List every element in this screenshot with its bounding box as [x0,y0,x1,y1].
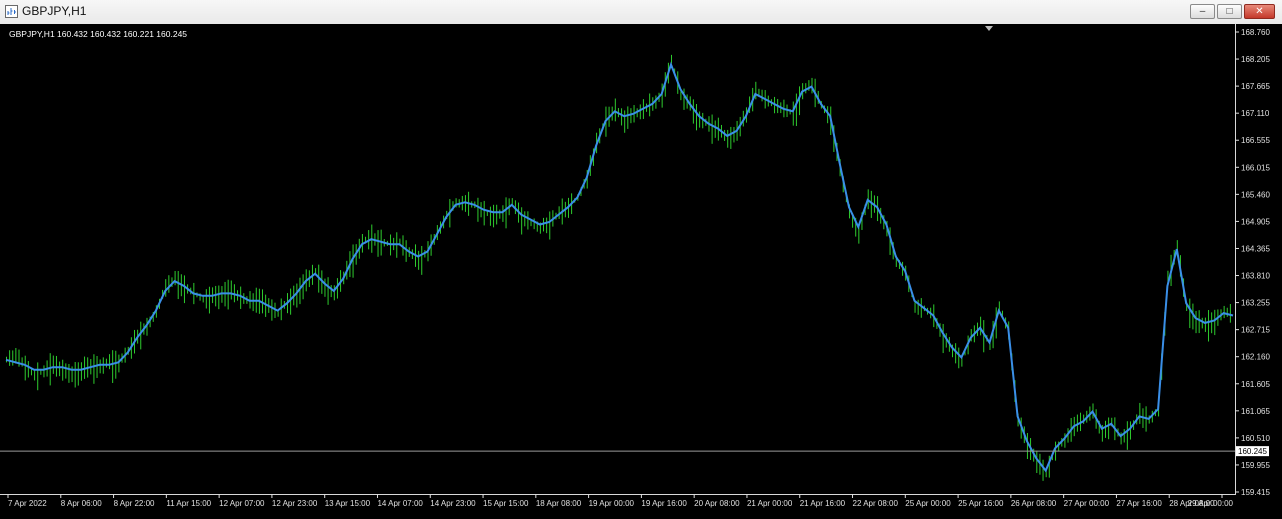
price-chart[interactable]: GBPJPY,H1 160.432 160.432 160.221 160.24… [0,24,1282,519]
window-titlebar: GBPJPY,H1 – □ ✕ [0,0,1282,25]
time-tick-label: 26 Apr 08:00 [1011,499,1057,508]
price-tick-label: 162.715 [1241,326,1270,335]
time-tick-label: 21 Apr 16:00 [800,499,846,508]
time-tick-label: 14 Apr 23:00 [430,499,476,508]
time-tick-label: 15 Apr 15:00 [483,499,529,508]
time-tick-label: 22 Apr 08:00 [853,499,899,508]
price-tick-label: 159.955 [1241,461,1270,470]
time-tick-label: 12 Apr 23:00 [272,499,318,508]
price-tick-label: 166.555 [1241,136,1270,145]
chart-background [0,24,1282,519]
price-tick-label: 168.205 [1241,55,1270,64]
chart-window-icon [5,5,18,18]
time-tick-label: 12 Apr 07:00 [219,499,265,508]
time-tick-label: 25 Apr 16:00 [958,499,1004,508]
time-tick-label: 21 Apr 00:00 [747,499,793,508]
price-tick-label: 164.365 [1241,244,1270,253]
price-tick-label: 167.110 [1241,109,1270,118]
time-tick-label: 11 Apr 15:00 [166,499,211,508]
price-tick-label: 164.905 [1241,217,1270,226]
price-tick-label: 161.065 [1241,407,1270,416]
time-tick-label: 20 Apr 08:00 [694,499,740,508]
price-tick-label: 165.460 [1241,190,1270,199]
time-tick-label: 19 Apr 16:00 [641,499,687,508]
current-price-tag-label: 160.245 [1238,447,1267,456]
time-tick-label: 25 Apr 00:00 [905,499,951,508]
time-tick-label: 8 Apr 22:00 [114,499,155,508]
chart-header: GBPJPY,H1 160.432 160.432 160.221 160.24… [9,29,187,39]
price-tick-label: 161.605 [1241,380,1270,389]
price-tick-label: 162.160 [1241,353,1270,362]
time-tick-label: 7 Apr 2022 [8,499,47,508]
maximize-button[interactable]: □ [1217,4,1242,19]
price-tick-label: 163.810 [1241,272,1270,281]
time-tick-label: 13 Apr 15:00 [325,499,371,508]
minimize-button[interactable]: – [1190,4,1215,19]
time-tick-label: 29 Apr 00:00 [1188,499,1234,508]
price-tick-label: 160.510 [1241,434,1270,443]
time-tick-label: 18 Apr 08:00 [536,499,582,508]
price-tick-label: 168.760 [1241,28,1270,37]
window-title: GBPJPY,H1 [22,4,87,18]
time-tick-label: 8 Apr 06:00 [61,499,102,508]
price-tick-label: 167.665 [1241,82,1270,91]
time-tick-label: 14 Apr 07:00 [377,499,423,508]
current-price-tag: 160.245 [1236,446,1269,457]
time-tick-label: 27 Apr 00:00 [1064,499,1110,508]
close-button[interactable]: ✕ [1244,4,1275,19]
price-tick-label: 163.255 [1241,299,1270,308]
price-tick-label: 166.015 [1241,163,1270,172]
time-tick-label: 19 Apr 00:00 [589,499,635,508]
time-tick-label: 27 Apr 16:00 [1116,499,1162,508]
price-tick-label: 159.415 [1241,488,1270,497]
